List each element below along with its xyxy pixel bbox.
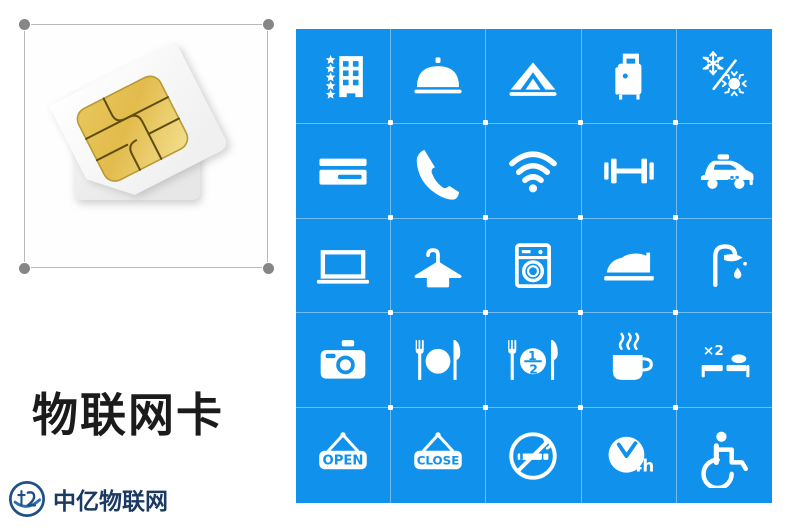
selection-handle-top-right[interactable] [262,18,274,30]
no-smoking-icon[interactable] [486,408,582,503]
shower-icon[interactable] [676,219,772,314]
watermark-text: 中亿物联网 [53,489,168,515]
coffee-cup-icon[interactable] [581,313,679,410]
close-sign-text: CLOSE [417,453,460,467]
hotel-star-rating-icon[interactable] [296,29,393,126]
selection-handle-bottom-right[interactable] [262,262,274,274]
image-preview-panel: 物联网卡 中亿物联网 [0,0,292,532]
brand-logo-icon [9,481,45,517]
open-sign-text: OPEN [323,453,364,468]
24h-text: 24h [619,456,654,475]
twin-beds-icon[interactable]: ×2 [676,313,772,409]
wifi-icon[interactable] [486,123,584,221]
dumbbell-gym-icon[interactable] [581,123,679,221]
selection-handle-top-left[interactable] [18,18,30,30]
watermark: 中亿物联网 [8,480,168,518]
wheelchair-accessible-icon[interactable] [677,408,772,503]
open-sign-icon[interactable]: OPEN [296,408,392,503]
television-icon[interactable] [296,218,393,315]
half-board-icon[interactable]: 1 2 [486,313,584,410]
24-hour-service-icon[interactable]: 24h [582,408,677,503]
sim-card-illustration [49,44,227,200]
selection-handle-bottom-left[interactable] [18,262,30,274]
iron-icon[interactable] [581,218,679,315]
icon-grid: 1 2 ×2 OPEN CLOSE 24h [296,29,772,503]
svg-text:×2: ×2 [703,343,724,359]
screenshot-stage: 物联网卡 中亿物联网 1 2 ×2 OPEN CLOSE 24h [0,0,800,532]
washing-machine-icon[interactable] [486,218,584,315]
air-conditioning-icon[interactable] [676,29,772,124]
taxi-icon[interactable] [676,124,772,219]
svg-text:2: 2 [530,362,539,377]
tent-camping-icon[interactable] [486,29,584,126]
telephone-icon[interactable] [391,123,488,221]
camera-icon[interactable] [296,313,393,410]
clothes-hanger-icon[interactable] [391,218,488,315]
credit-card-icon[interactable] [296,123,393,221]
luggage-icon[interactable] [581,29,679,126]
page-title: 物联网卡 [32,388,224,442]
close-sign-icon[interactable]: CLOSE [391,408,487,503]
restaurant-icon[interactable] [391,313,488,410]
room-service-bell-icon[interactable] [391,29,488,126]
